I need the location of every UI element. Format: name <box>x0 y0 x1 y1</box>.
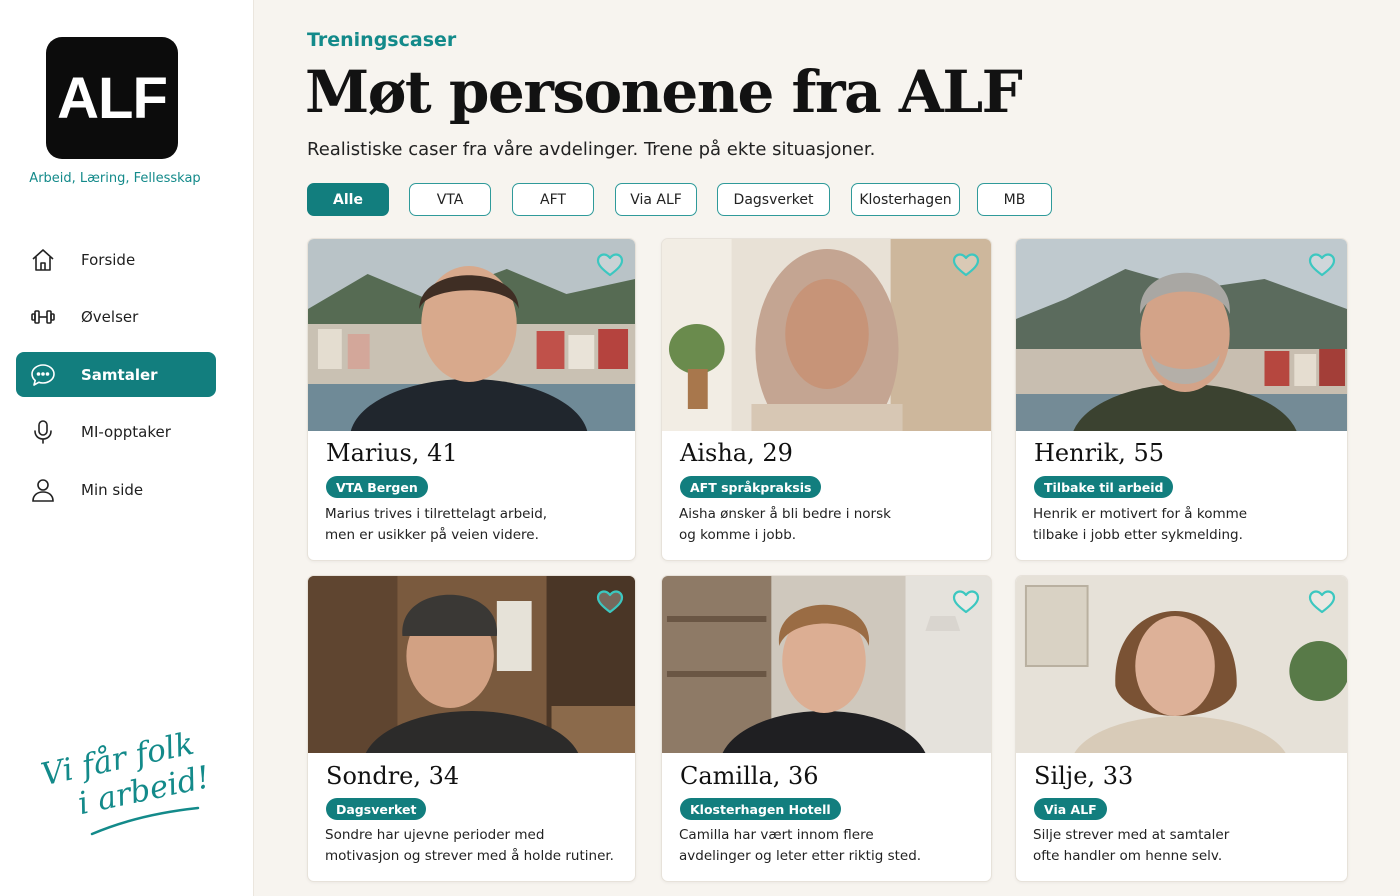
case-description: Silje strever med at samtaler ofte handle… <box>1033 827 1230 864</box>
case-description: Henrik er motivert for å komme tilbake i … <box>1033 506 1248 543</box>
case-photo <box>1016 239 1347 431</box>
chat-icon <box>30 362 56 388</box>
case-description: Aisha ønsker å bli bedre i norsk og komme… <box>679 506 891 543</box>
alf-logo[interactable]: ALF <box>46 37 178 159</box>
favorite-heart-icon[interactable] <box>952 252 980 278</box>
nav-item-samtaler[interactable]: Samtaler <box>16 352 216 397</box>
favorite-heart-icon[interactable] <box>952 589 980 615</box>
nav-item-min-side[interactable]: Min side <box>16 467 216 512</box>
case-card-aisha[interactable]: Aisha, 29 AFT språkpraksis Aisha ønsker … <box>661 238 992 561</box>
case-photo <box>308 576 635 753</box>
nav-item-mi-opptaker[interactable]: MI-opptaker <box>16 410 216 455</box>
slogan: Vi får folk i arbeid! <box>30 726 230 848</box>
dumbbell-icon <box>30 304 56 330</box>
case-name: Marius, 41 <box>326 439 458 467</box>
filter-chip-mb[interactable]: MB <box>977 183 1052 216</box>
case-name: Camilla, 36 <box>680 762 819 790</box>
sidebar: ALF Arbeid, Læring, Fellesskap Forside Ø… <box>0 0 254 896</box>
case-card-marius[interactable]: Marius, 41 VTA Bergen Marius trives i ti… <box>307 238 636 561</box>
case-badge: Tilbake til arbeid <box>1034 476 1174 498</box>
case-name: Sondre, 34 <box>326 762 460 790</box>
home-icon <box>30 247 56 273</box>
filter-chip-vta[interactable]: VTA <box>409 183 491 216</box>
nav-item-ovelser[interactable]: Øvelser <box>16 295 216 340</box>
favorite-heart-icon[interactable] <box>1308 252 1336 278</box>
nav-label: Forside <box>81 250 136 269</box>
filter-chip-dagsverket[interactable]: Dagsverket <box>717 183 830 216</box>
microphone-icon <box>30 419 56 445</box>
user-icon <box>30 477 56 503</box>
case-badge: VTA Bergen <box>326 476 428 498</box>
tagline: Arbeid, Læring, Fellesskap <box>29 171 201 186</box>
filter-chip-aft[interactable]: AFT <box>512 183 594 216</box>
case-name: Silje, 33 <box>1034 762 1134 790</box>
case-card-camilla[interactable]: Camilla, 36 Klosterhagen Hotell Camilla … <box>661 575 992 882</box>
case-card-henrik[interactable]: Henrik, 55 Tilbake til arbeid Henrik er … <box>1015 238 1348 561</box>
case-description: Sondre har ujevne perioder med motivasjon… <box>325 827 614 864</box>
favorite-heart-icon[interactable] <box>596 252 624 278</box>
filter-chip-alle[interactable]: Alle <box>307 183 389 216</box>
sidebar-nav: Forside Øvelser Samtaler MI-opptaker Min… <box>16 237 216 525</box>
filter-chip-klosterhagen[interactable]: Klosterhagen <box>851 183 960 216</box>
nav-item-forside[interactable]: Forside <box>16 237 216 282</box>
page-subtitle: Realistiske caser fra våre avdelinger. T… <box>307 139 876 160</box>
case-photo <box>308 239 635 431</box>
favorite-heart-icon[interactable] <box>596 589 624 615</box>
eyebrow: Treningscaser <box>307 29 457 51</box>
case-card-sondre[interactable]: Sondre, 34 Dagsverket Sondre har ujevne … <box>307 575 636 882</box>
nav-label: Øvelser <box>81 308 139 326</box>
case-description: Marius trives i tilrettelagt arbeid, men … <box>325 506 548 543</box>
nav-label: Samtaler <box>81 365 158 384</box>
case-photo <box>662 239 991 431</box>
case-name: Aisha, 29 <box>680 439 793 467</box>
filter-chip-via-alf[interactable]: Via ALF <box>615 183 697 216</box>
case-badge: AFT språkpraksis <box>680 476 822 498</box>
nav-label: Min side <box>81 480 144 499</box>
case-card-silje[interactable]: Silje, 33 Via ALF Silje strever med at s… <box>1015 575 1348 882</box>
case-badge: Dagsverket <box>326 798 427 820</box>
case-photo <box>1016 576 1347 753</box>
case-name: Henrik, 55 <box>1034 439 1165 467</box>
case-badge: Via ALF <box>1034 798 1107 820</box>
slogan-underline <box>90 806 200 836</box>
case-badge: Klosterhagen Hotell <box>680 798 841 820</box>
page-title: Møt personene fra ALF <box>305 58 1023 126</box>
case-photo <box>662 576 991 753</box>
nav-label: MI-opptaker <box>81 423 171 441</box>
case-description: Camilla har vært innom flere avdelinger o… <box>679 827 922 864</box>
favorite-heart-icon[interactable] <box>1308 589 1336 615</box>
